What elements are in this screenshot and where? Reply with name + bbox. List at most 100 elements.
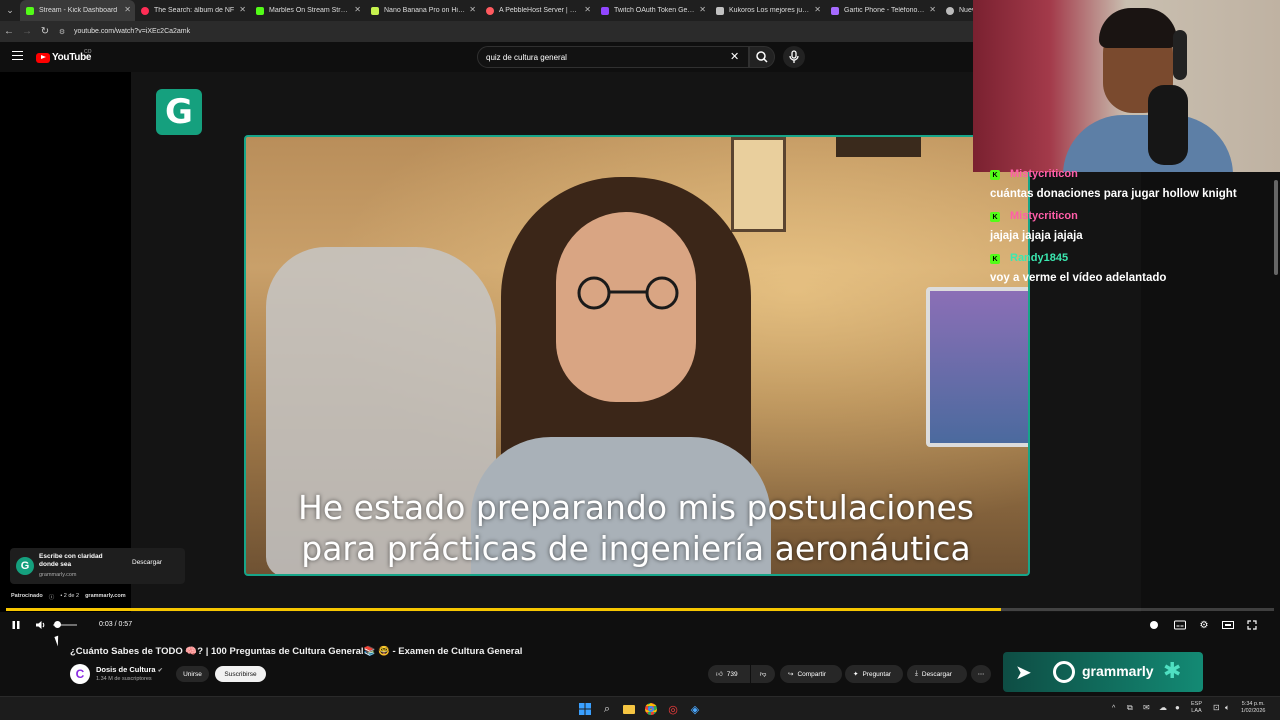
ad-count: • 2 de 2	[60, 593, 80, 599]
glasses-icon	[577, 276, 679, 310]
autoplay-toggle[interactable]	[1147, 616, 1161, 634]
verified-icon: ✔	[157, 668, 163, 674]
browser-tab[interactable]: A PebbleHost Server | Console✕	[480, 0, 595, 21]
forward-icon[interactable]: →	[18, 26, 36, 37]
more-actions-button[interactable]: ⋯	[971, 665, 991, 683]
ad-card[interactable]: G Escribe con claridad donde sea grammar…	[10, 548, 185, 584]
progress-fill	[6, 608, 1002, 611]
progress-bar[interactable]	[6, 608, 1274, 611]
download-label: Descargar	[921, 670, 952, 678]
twitch-icon	[601, 6, 609, 15]
close-tab-icon[interactable]: ✕	[124, 5, 131, 14]
onedrive-icon[interactable]: ☁	[1159, 704, 1167, 712]
close-tab-icon[interactable]: ✕	[929, 5, 936, 14]
player-left-margin	[0, 72, 131, 612]
grammarly-promo-banner[interactable]: ➤ grammarly ✱	[1003, 652, 1203, 692]
close-tab-icon[interactable]: ✕	[584, 5, 591, 14]
browser-tab[interactable]: Marbles On Stream Streaming✕	[250, 0, 365, 21]
pebblehost-icon	[486, 6, 494, 15]
reload-icon[interactable]: ↻	[36, 26, 54, 37]
tray-app-icon[interactable]: ⧉	[1127, 704, 1133, 712]
subtitles-button[interactable]	[1173, 616, 1187, 634]
speaker-icon[interactable]: 🔈︎	[1225, 704, 1230, 712]
close-tab-icon[interactable]: ✕	[814, 5, 821, 14]
sparkle-icon: ✦	[853, 671, 859, 678]
youtube-play-icon	[36, 52, 50, 63]
close-tab-icon[interactable]: ✕	[354, 5, 361, 14]
chat-username: Mistycriticon	[1010, 210, 1078, 222]
sponsored-bar: Patrocinado ⓘ • 2 de 2 grammarly.com	[11, 593, 126, 601]
share-icon: ↪	[788, 671, 794, 678]
info-icon[interactable]: ⓘ	[49, 593, 55, 601]
video-subtitles: He estado preparando mis postulaciones p…	[221, 487, 1051, 569]
volume-icon	[36, 621, 45, 629]
like-button[interactable]: 👍︎ 739	[708, 665, 750, 683]
tab-label: The Search: álbum de NF	[154, 7, 235, 14]
tray-overflow-icon[interactable]: ^	[1112, 705, 1115, 712]
chrome-icon[interactable]	[644, 702, 658, 716]
theater-mode-button[interactable]	[1221, 616, 1235, 634]
sponsor-domain-link[interactable]: grammarly.com	[85, 593, 126, 601]
search-button[interactable]	[749, 46, 775, 68]
network-icon[interactable]: ⊡	[1213, 704, 1220, 712]
close-tab-icon[interactable]: ✕	[699, 5, 706, 14]
mute-button[interactable]	[33, 616, 49, 634]
streamer-hair	[1099, 8, 1177, 48]
tray-app-icon[interactable]: ●	[1175, 704, 1180, 712]
ad-download-button[interactable]: Descargar	[132, 559, 162, 566]
clear-search-icon[interactable]: ✕	[730, 50, 739, 63]
browser-tab[interactable]: Kukoros Los mejores juegos in✕	[710, 0, 825, 21]
thumbs-up-icon: 👍︎	[716, 671, 723, 678]
kick-badge-icon: K	[990, 254, 1000, 264]
ask-button[interactable]: ✦ Preguntar	[845, 665, 903, 683]
share-label: Compartir	[797, 670, 826, 678]
file-explorer-icon[interactable]	[622, 702, 636, 716]
dislike-button[interactable]: 👎︎	[751, 665, 775, 683]
browser-tab[interactable]: Stream - Kick Dashboard ✕	[20, 0, 135, 21]
clock-date: 1/02/2026	[1241, 708, 1266, 714]
tray-app-icon[interactable]: ✉	[1143, 704, 1150, 712]
chat-text: voy a verme el vídeo adelantado	[990, 272, 1167, 284]
subscribe-button[interactable]: Suscribirse	[215, 666, 266, 682]
volume-handle[interactable]	[54, 621, 61, 628]
time-display: 0:03 / 0:57	[99, 621, 133, 628]
kick-badge-icon: K	[990, 170, 1000, 180]
pause-button[interactable]	[9, 616, 23, 634]
join-button[interactable]: Unirse	[176, 666, 209, 682]
browser-tab[interactable]: The Search: álbum de NF ✕	[135, 0, 250, 21]
fullscreen-button[interactable]	[1245, 616, 1259, 634]
channel-avatar[interactable]: C	[70, 664, 90, 684]
voice-search-button[interactable]	[783, 46, 805, 68]
chat-message: K Mistycriticon jajaja jajaja jajaja	[985, 210, 1270, 252]
clock[interactable]: 5:34 p.m. 1/02/2026	[1241, 701, 1265, 715]
site-info-icon[interactable]: ⚙	[54, 28, 70, 36]
close-tab-icon[interactable]: ✕	[469, 5, 476, 14]
chat-username: Randy1845	[1010, 252, 1069, 264]
subscriber-count: 1.34 M de suscriptores	[96, 676, 152, 682]
windows-start-icon[interactable]	[578, 702, 592, 716]
page-scrollbar[interactable]	[1274, 180, 1278, 275]
download-button[interactable]: ⤓ Descargar	[907, 665, 967, 683]
browser-tab[interactable]: Twitch OAuth Token Generator✕	[595, 0, 710, 21]
channel-name[interactable]: Dosis de Cultura ✔	[96, 665, 163, 674]
browser-tab[interactable]: Gartic Phone - Teléfono Desc✕	[825, 0, 940, 21]
tab-search-icon[interactable]: ⌄	[0, 0, 20, 21]
keyboard-language[interactable]: ESP LAA	[1191, 701, 1202, 715]
close-tab-icon[interactable]: ✕	[239, 5, 246, 14]
menu-icon[interactable]	[12, 51, 23, 60]
app-icon[interactable]: ◈	[688, 702, 702, 716]
obs-icon[interactable]: ◎	[666, 702, 680, 716]
back-icon[interactable]: ←	[0, 26, 18, 37]
ad-domain: grammarly.com	[39, 572, 77, 578]
taskbar-search-icon[interactable]: ⌕	[600, 702, 614, 716]
settings-button[interactable]: ⚙	[1197, 616, 1211, 634]
chat-overlay: K Mistycriticon cuántas donaciones para …	[985, 168, 1270, 294]
decoration-icon: ✱	[1163, 658, 1182, 683]
youtube-logo[interactable]: YouTube CO	[36, 49, 92, 63]
ask-label: Preguntar	[862, 670, 891, 678]
address-bar[interactable]: youtube.com/watch?v=iXEc2Ca2amk	[74, 28, 190, 35]
search-input[interactable]: quiz de cultura general	[477, 46, 749, 68]
share-button[interactable]: ↪ Compartir	[780, 665, 842, 683]
browser-tab[interactable]: Nano Banana Pro on Higgsfield✕	[365, 0, 480, 21]
kick-badge-icon: K	[990, 212, 1000, 222]
